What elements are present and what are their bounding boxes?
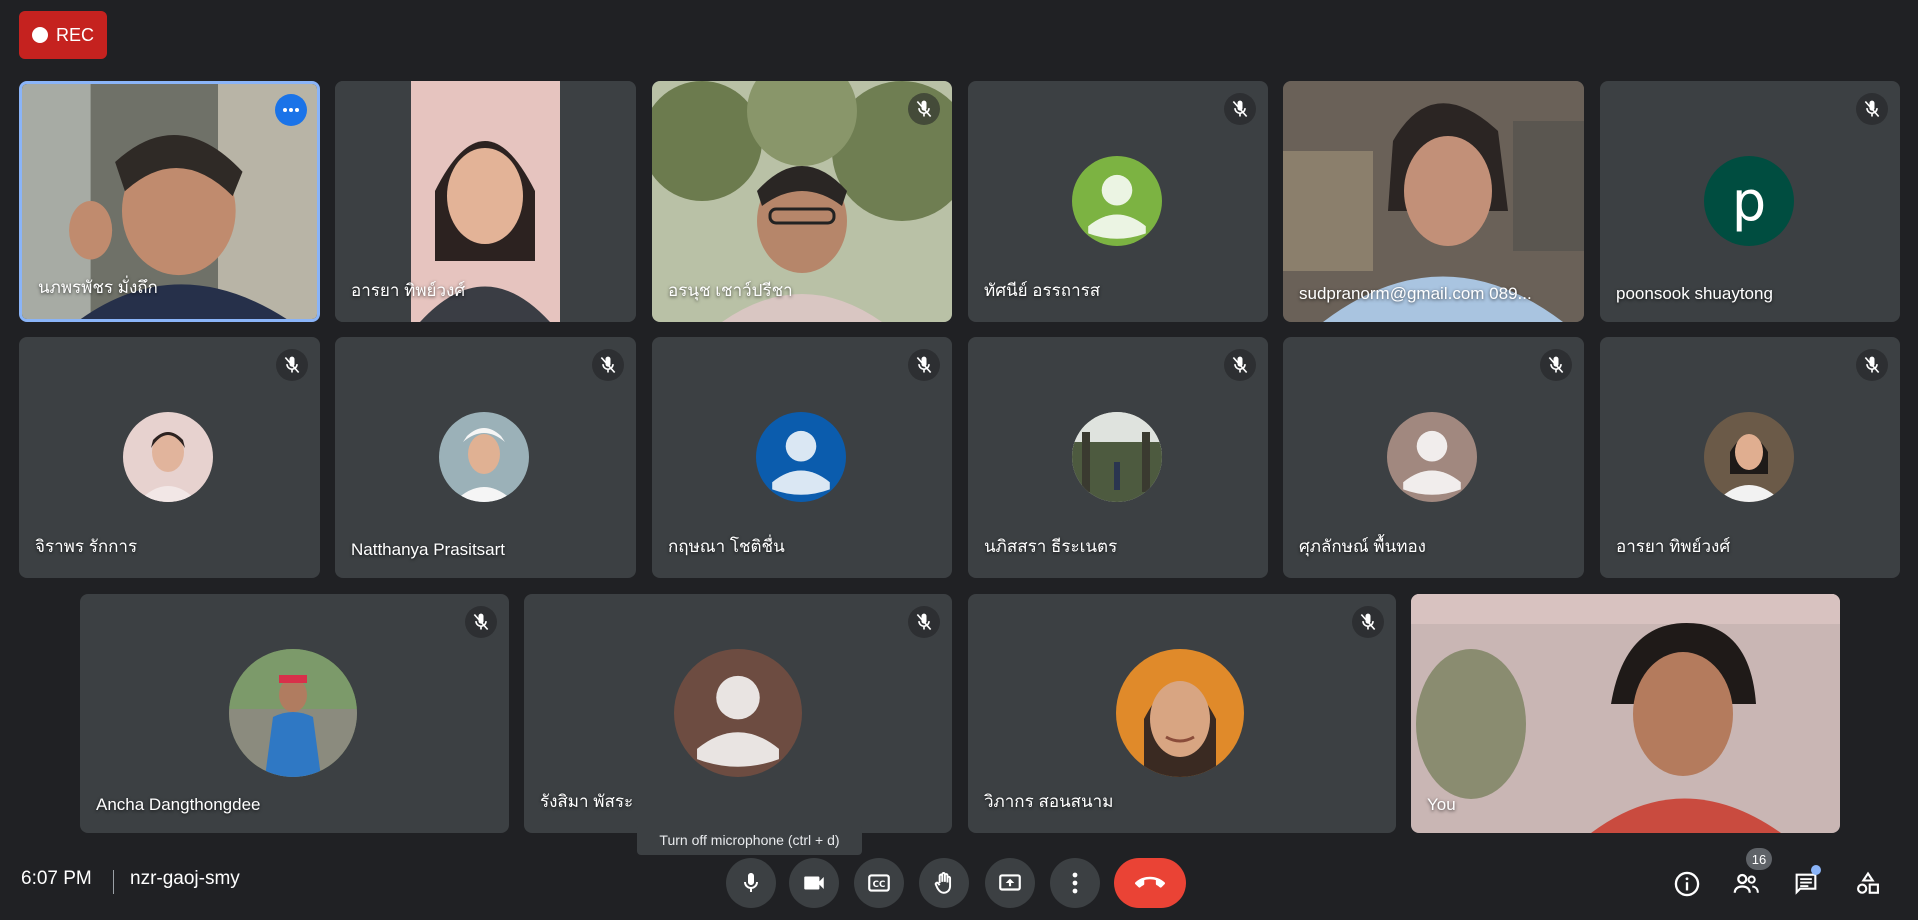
closed-captions-icon: CC [868,874,890,892]
participant-name: อารยา ทิพย์วงศ์ [1616,537,1731,556]
microphone-off-icon [592,349,624,381]
participant-tile[interactable]: กฤษณา โชติชื่น [652,337,952,578]
avatar [229,649,357,777]
participant-tile[interactable]: รังสิมา พัสระ [524,594,952,833]
avatar [1116,649,1244,777]
participant-name: จิราพร รักการ [35,537,138,556]
avatar: p [1704,156,1794,246]
microphone-off-icon [1352,606,1384,638]
participant-name: วิภากร สอนสนาม [984,792,1114,811]
participant-name: รังสิมา พัสระ [540,792,634,811]
avatar [123,412,213,502]
record-dot-icon [31,27,48,43]
microphone-off-icon [908,93,940,125]
captions-button[interactable]: CC [854,858,904,908]
recording-label: REC [55,24,94,45]
microphone-tooltip: Turn off microphone (ctrl + d) [637,825,862,855]
participant-tile[interactable]: นภพรพัชร มั่งถึก [19,81,320,322]
avatar [439,412,529,502]
participant-name: poonsook shuaytong [1616,284,1773,303]
raise-hand-button[interactable] [919,858,969,908]
participant-name: อรนุช เชาว์ปรีชา [668,281,793,300]
participant-name: นภิสสรา ธีระเนตร [984,537,1118,556]
microphone-button[interactable] [726,858,776,908]
microphone-icon [744,873,758,892]
more-options-button[interactable] [1050,858,1100,908]
participant-tile[interactable]: อารยา ทิพย์วงศ์ [1600,337,1900,578]
participant-tile[interactable]: ศุภลักษณ์ พื้นทอง [1283,337,1584,578]
present-screen-button[interactable] [985,858,1035,908]
participant-name: Natthanya Prasitsart [351,540,506,559]
microphone-off-icon [908,349,940,381]
info-icon [1674,871,1700,897]
microphone-off-icon [908,606,940,638]
avatar [674,649,802,777]
activities-button[interactable] [1846,862,1890,906]
participant-name: อารยา ทิพย์วงศ์ [351,281,466,300]
participant-tile[interactable]: sudpranorm@gmail.com 089... [1283,81,1584,322]
microphone-off-icon [1540,349,1572,381]
meeting-code: nzr-gaoj-smy [130,868,240,889]
call-end-icon [1135,876,1165,888]
participant-tile[interactable]: p poonsook shuaytong [1600,81,1900,322]
microphone-off-icon [1224,349,1256,381]
participant-name: sudpranorm@gmail.com 089... [1299,284,1532,303]
leave-call-button[interactable] [1114,858,1186,908]
participant-name: You [1427,795,1456,814]
videocam-icon [804,876,824,890]
participant-tile[interactable]: อรนุช เชาว์ปรีชา [652,81,952,322]
activities-icon [1857,871,1879,894]
participant-name: ทัศนีย์ อรรถารส [984,281,1101,300]
microphone-off-icon [465,606,497,638]
participant-tile[interactable]: วิภากร สอนสนาม [968,594,1396,833]
meeting-details-button[interactable] [1665,862,1709,906]
microphone-off-icon [276,349,308,381]
participant-name: นภพรพัชร มั่งถึก [38,278,158,297]
more-vert-icon [1072,872,1078,894]
more-options-icon[interactable] [275,94,307,126]
people-count-badge: 16 [1746,848,1772,870]
participant-name: กฤษณา โชติชื่น [668,537,785,556]
participant-tile[interactable]: นภิสสรา ธีระเนตร [968,337,1268,578]
chat-button[interactable] [1784,862,1828,906]
participant-name: Ancha Dangthongdee [96,795,261,814]
camera-button[interactable] [789,858,839,908]
participant-tile[interactable]: Natthanya Prasitsart [335,337,636,578]
hand-icon [934,872,952,894]
participant-video [1411,594,1840,833]
avatar [756,412,846,502]
participant-tile[interactable]: อารยา ทิพย์วงศ์ [335,81,636,322]
microphone-off-icon [1224,93,1256,125]
avatar [1387,412,1477,502]
participant-name: ศุภลักษณ์ พื้นทอง [1299,537,1426,556]
present-icon [999,874,1021,891]
participant-tile[interactable]: ทัศนีย์ อรรถารส [968,81,1268,322]
meeting-time: 6:07 PM [21,868,92,889]
avatar [1072,156,1162,246]
microphone-off-icon [1856,349,1888,381]
participant-tile[interactable]: จิราพร รักการ [19,337,320,578]
avatar [1072,412,1162,502]
recording-indicator: REC [19,11,107,59]
people-icon [1733,873,1759,893]
participant-tile[interactable]: Ancha Dangthongdee [80,594,509,833]
svg-text:CC: CC [873,880,886,890]
avatar [1704,412,1794,502]
divider [113,870,114,894]
chat-notification-dot [1811,865,1821,875]
microphone-off-icon [1856,93,1888,125]
participant-tile[interactable]: You [1411,594,1840,833]
